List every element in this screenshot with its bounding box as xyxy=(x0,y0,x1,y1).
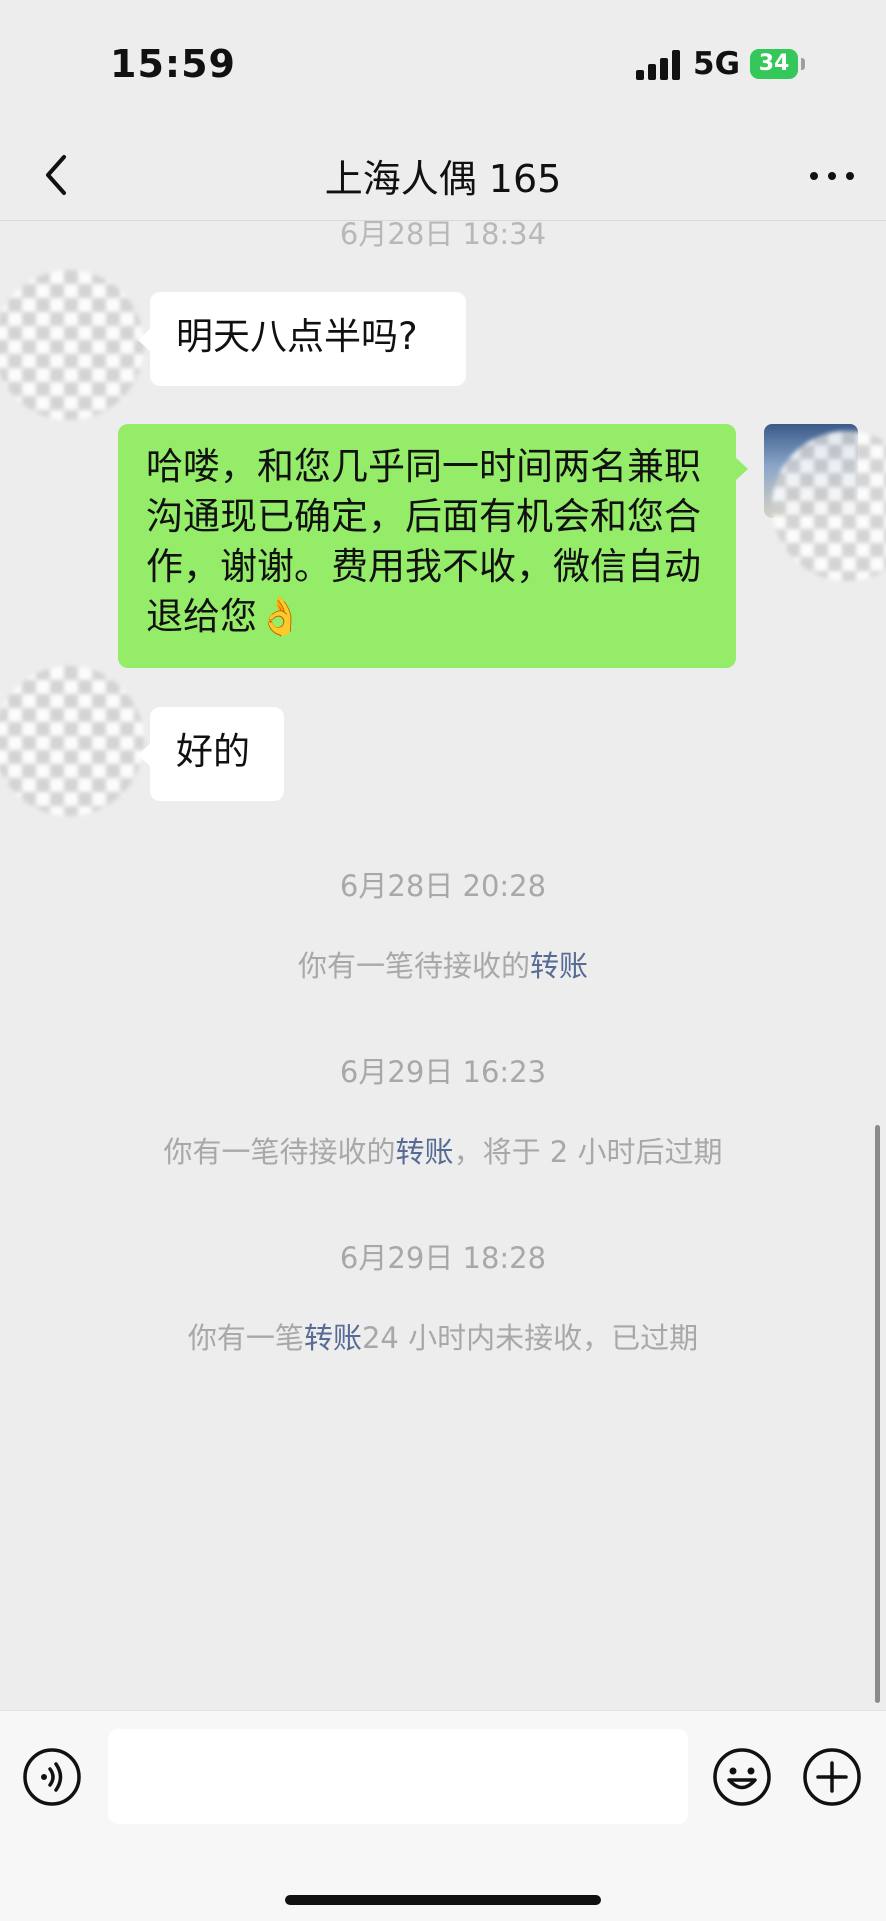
plus-icon xyxy=(803,1748,861,1806)
system-message: 你有一笔转账24 小时内未接收，已过期 xyxy=(187,1321,699,1355)
battery-icon: 34 xyxy=(750,49,798,79)
battery-level: 34 xyxy=(758,51,790,76)
signal-icon xyxy=(636,50,682,80)
avatar[interactable] xyxy=(0,270,144,420)
timestamp: 6月28日 20:28 xyxy=(339,869,547,903)
home-indicator xyxy=(285,1895,601,1905)
voice-button[interactable] xyxy=(22,1747,82,1807)
message-bubble-incoming[interactable]: 好的 xyxy=(138,707,284,801)
more-button[interactable] xyxy=(802,152,862,198)
transfer-link[interactable]: 转账 xyxy=(304,1321,362,1355)
system-message: 你有一笔待接收的转账 xyxy=(297,949,589,983)
transfer-link[interactable]: 转账 xyxy=(396,1135,454,1169)
transfer-link[interactable]: 转账 xyxy=(530,949,588,983)
status-time: 15:59 xyxy=(110,42,236,86)
add-button[interactable] xyxy=(802,1747,862,1807)
message-text: 哈喽，和您几乎同一时间两名兼职沟通现已确定，后面有机会和您合作，谢谢。费用我不收… xyxy=(146,445,701,638)
message-text: 好的 xyxy=(176,730,250,773)
scrollbar[interactable] xyxy=(875,1125,880,1703)
message-input[interactable] xyxy=(108,1729,688,1824)
voice-icon xyxy=(23,1748,81,1806)
more-dots-icon xyxy=(810,172,818,180)
message-text: 明天八点半吗? xyxy=(176,315,418,358)
network-type: 5G xyxy=(693,46,741,82)
emoji-button[interactable] xyxy=(712,1747,772,1807)
battery-cap xyxy=(801,58,805,70)
timestamp: 6月29日 18:28 xyxy=(339,1241,547,1275)
timestamp: 6月28日 18:34 xyxy=(339,221,547,251)
status-bar: 15:59 5G 34 xyxy=(0,0,886,130)
chat-area[interactable]: 6月28日 18:34 明天八点半吗? 哈喽，和您几乎同一时间两名兼职沟通现已确… xyxy=(0,221,886,1711)
system-message: 你有一笔待接收的转账，将于 2 小时后过期 xyxy=(163,1135,723,1169)
timestamp: 6月29日 16:23 xyxy=(339,1055,547,1089)
message-bubble-incoming[interactable]: 明天八点半吗? xyxy=(138,292,466,386)
nav-bar: 上海人偶 165 xyxy=(0,130,886,221)
chat-title: 上海人偶 165 xyxy=(324,157,562,201)
avatar[interactable] xyxy=(0,666,144,816)
message-bubble-outgoing[interactable]: 哈喽，和您几乎同一时间两名兼职沟通现已确定，后面有机会和您合作，谢谢。费用我不收… xyxy=(118,424,748,668)
input-bar xyxy=(0,1710,886,1921)
emoji-icon xyxy=(713,1748,771,1806)
